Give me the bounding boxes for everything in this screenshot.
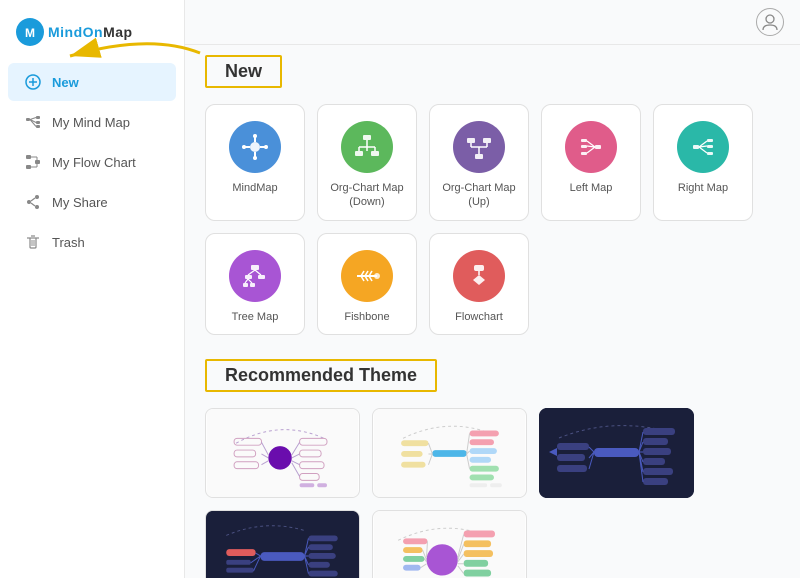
org-chart-down-label: Org-Chart Map (Down) <box>326 181 408 210</box>
map-card-org-chart-up[interactable]: Org-Chart Map (Up) <box>429 104 529 221</box>
new-section-title: New <box>205 55 282 88</box>
theme-card-1[interactable] <box>205 408 360 498</box>
map-card-org-chart-down[interactable]: Org-Chart Map (Down) <box>317 104 417 221</box>
sidebar-item-trash[interactable]: Trash <box>8 223 176 261</box>
top-bar <box>185 0 800 45</box>
left-map-label: Left Map <box>570 181 613 195</box>
map-card-left-map[interactable]: Left Map <box>541 104 641 221</box>
tree-map-icon <box>229 250 281 302</box>
tree-map-label: Tree Map <box>232 310 279 324</box>
mindmap-label: MindMap <box>232 181 277 195</box>
user-avatar-button[interactable] <box>756 8 784 36</box>
flowchart-icon <box>453 250 505 302</box>
logo-icon: M <box>16 18 44 46</box>
fishbone-icon <box>341 250 393 302</box>
svg-text:M: M <box>25 26 35 40</box>
recommended-theme-title: Recommended Theme <box>205 359 437 392</box>
flow-chart-icon <box>24 153 42 171</box>
map-card-flowchart[interactable]: Flowchart <box>429 233 529 335</box>
fishbone-label: Fishbone <box>344 310 389 324</box>
sidebar-item-my-flow-chart[interactable]: My Flow Chart <box>8 143 176 181</box>
mindmap-icon <box>229 121 281 173</box>
map-card-right-map[interactable]: Right Map <box>653 104 753 221</box>
theme-card-3[interactable] <box>539 408 694 498</box>
map-type-grid: MindMap Org-Chart Map (Down) Org-Chart M… <box>205 104 780 335</box>
flowchart-label: Flowchart <box>455 310 503 324</box>
theme-grid <box>205 408 780 578</box>
map-card-tree-map[interactable]: Tree Map <box>205 233 305 335</box>
map-card-mindmap[interactable]: MindMap <box>205 104 305 221</box>
new-icon <box>24 73 42 91</box>
sidebar: M MindOnMap New My Mind Map My Flow Char… <box>0 0 185 578</box>
theme-card-2[interactable] <box>372 408 527 498</box>
main-content: New MindMap Org-Chart Map (Down) Org-Cha… <box>185 0 800 578</box>
org-chart-down-icon <box>341 121 393 173</box>
trash-icon <box>24 233 42 251</box>
sidebar-item-new-label: New <box>52 75 79 90</box>
sidebar-item-my-mind-map-label: My Mind Map <box>52 115 130 130</box>
right-map-label: Right Map <box>678 181 728 195</box>
theme-card-5[interactable] <box>372 510 527 578</box>
org-chart-up-label: Org-Chart Map (Up) <box>438 181 520 210</box>
sidebar-item-my-share-label: My Share <box>52 195 108 210</box>
logo: M MindOnMap <box>0 10 184 62</box>
logo-text: MindOnMap <box>48 24 133 40</box>
sidebar-item-my-flow-chart-label: My Flow Chart <box>52 155 136 170</box>
map-card-fishbone[interactable]: Fishbone <box>317 233 417 335</box>
share-icon <box>24 193 42 211</box>
sidebar-item-my-share[interactable]: My Share <box>8 183 176 221</box>
theme-card-4[interactable] <box>205 510 360 578</box>
sidebar-item-my-mind-map[interactable]: My Mind Map <box>8 103 176 141</box>
sidebar-item-new[interactable]: New <box>8 63 176 101</box>
left-map-icon <box>565 121 617 173</box>
sidebar-item-trash-label: Trash <box>52 235 85 250</box>
org-chart-up-icon <box>453 121 505 173</box>
right-map-icon <box>677 121 729 173</box>
mind-map-icon <box>24 113 42 131</box>
